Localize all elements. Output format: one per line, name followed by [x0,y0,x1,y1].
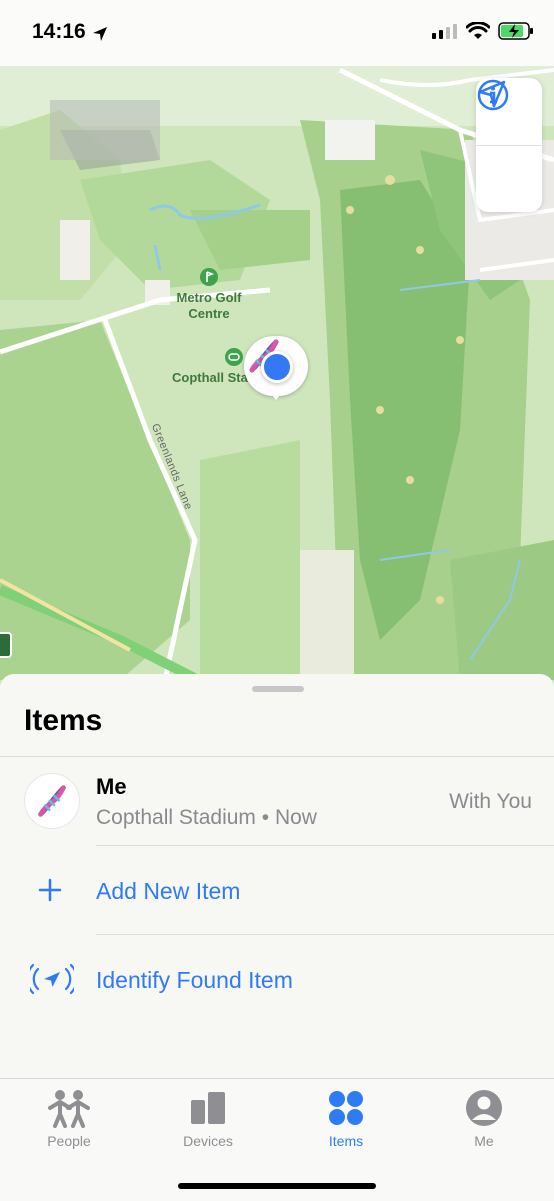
identify-found-item-button[interactable]: Identify Found Item [0,935,554,1023]
sheet-title: Items [24,704,103,737]
status-bar: 14:16 [0,0,554,66]
people-icon [9,1087,129,1129]
golf-icon [200,268,218,286]
separator-dot: • [261,806,275,829]
tab-label: Devices [183,1133,233,1149]
battery-charging-icon [498,22,533,40]
tab-items[interactable]: Items [286,1087,406,1149]
plus-icon [38,878,62,902]
item-location: Copthall Stadium [96,806,256,829]
tab-label: People [47,1133,91,1149]
tab-label: Me [474,1133,494,1149]
wifi-icon [466,22,490,39]
location-arrow-icon [93,27,107,41]
item-row-me[interactable]: Me Copthall Stadium • Now With You [0,757,554,845]
tab-label: Items [328,1133,364,1149]
item-avatar [24,773,80,829]
cellular-signal-icon [432,24,457,39]
status-time: 14:16 [32,20,86,43]
location-arrow-outline-icon [478,80,506,108]
map-controls [476,78,542,212]
add-new-item-button[interactable]: Add New Item [0,846,554,934]
identify-found-item-label: Identify Found Item [96,967,293,993]
tab-bar: People Devices Items Me [0,1078,554,1201]
pin-tail [268,390,284,400]
item-name: Me [96,774,127,799]
tab-me[interactable]: Me [424,1087,544,1149]
track-location-button[interactable] [476,80,542,213]
tab-people[interactable]: People [9,1087,129,1149]
item-location-line: Copthall Stadium • Now [96,806,317,830]
item-time: Now [274,806,317,829]
home-indicator[interactable] [178,1183,376,1189]
sheet-grabber[interactable] [252,686,304,692]
location-waves-icon [30,963,74,995]
user-location-dot [261,351,293,383]
devices-icon [148,1087,268,1129]
person-circle-icon [424,1087,544,1129]
map-marker-edge [0,632,12,658]
tab-devices[interactable]: Devices [148,1087,268,1149]
dna-icon [38,785,66,817]
items-sheet: Items Me Copthall Stadium • Now With You… [0,674,554,1078]
stadium-icon [225,348,243,366]
map-view[interactable]: Metro Golf Centre Copthall Stadium Green… [0,66,554,686]
items-icon [286,1087,406,1129]
map-label-golf-centre: Metro Golf Centre [176,290,242,321]
item-status: With You [449,790,532,813]
add-new-item-label: Add New Item [96,878,241,904]
